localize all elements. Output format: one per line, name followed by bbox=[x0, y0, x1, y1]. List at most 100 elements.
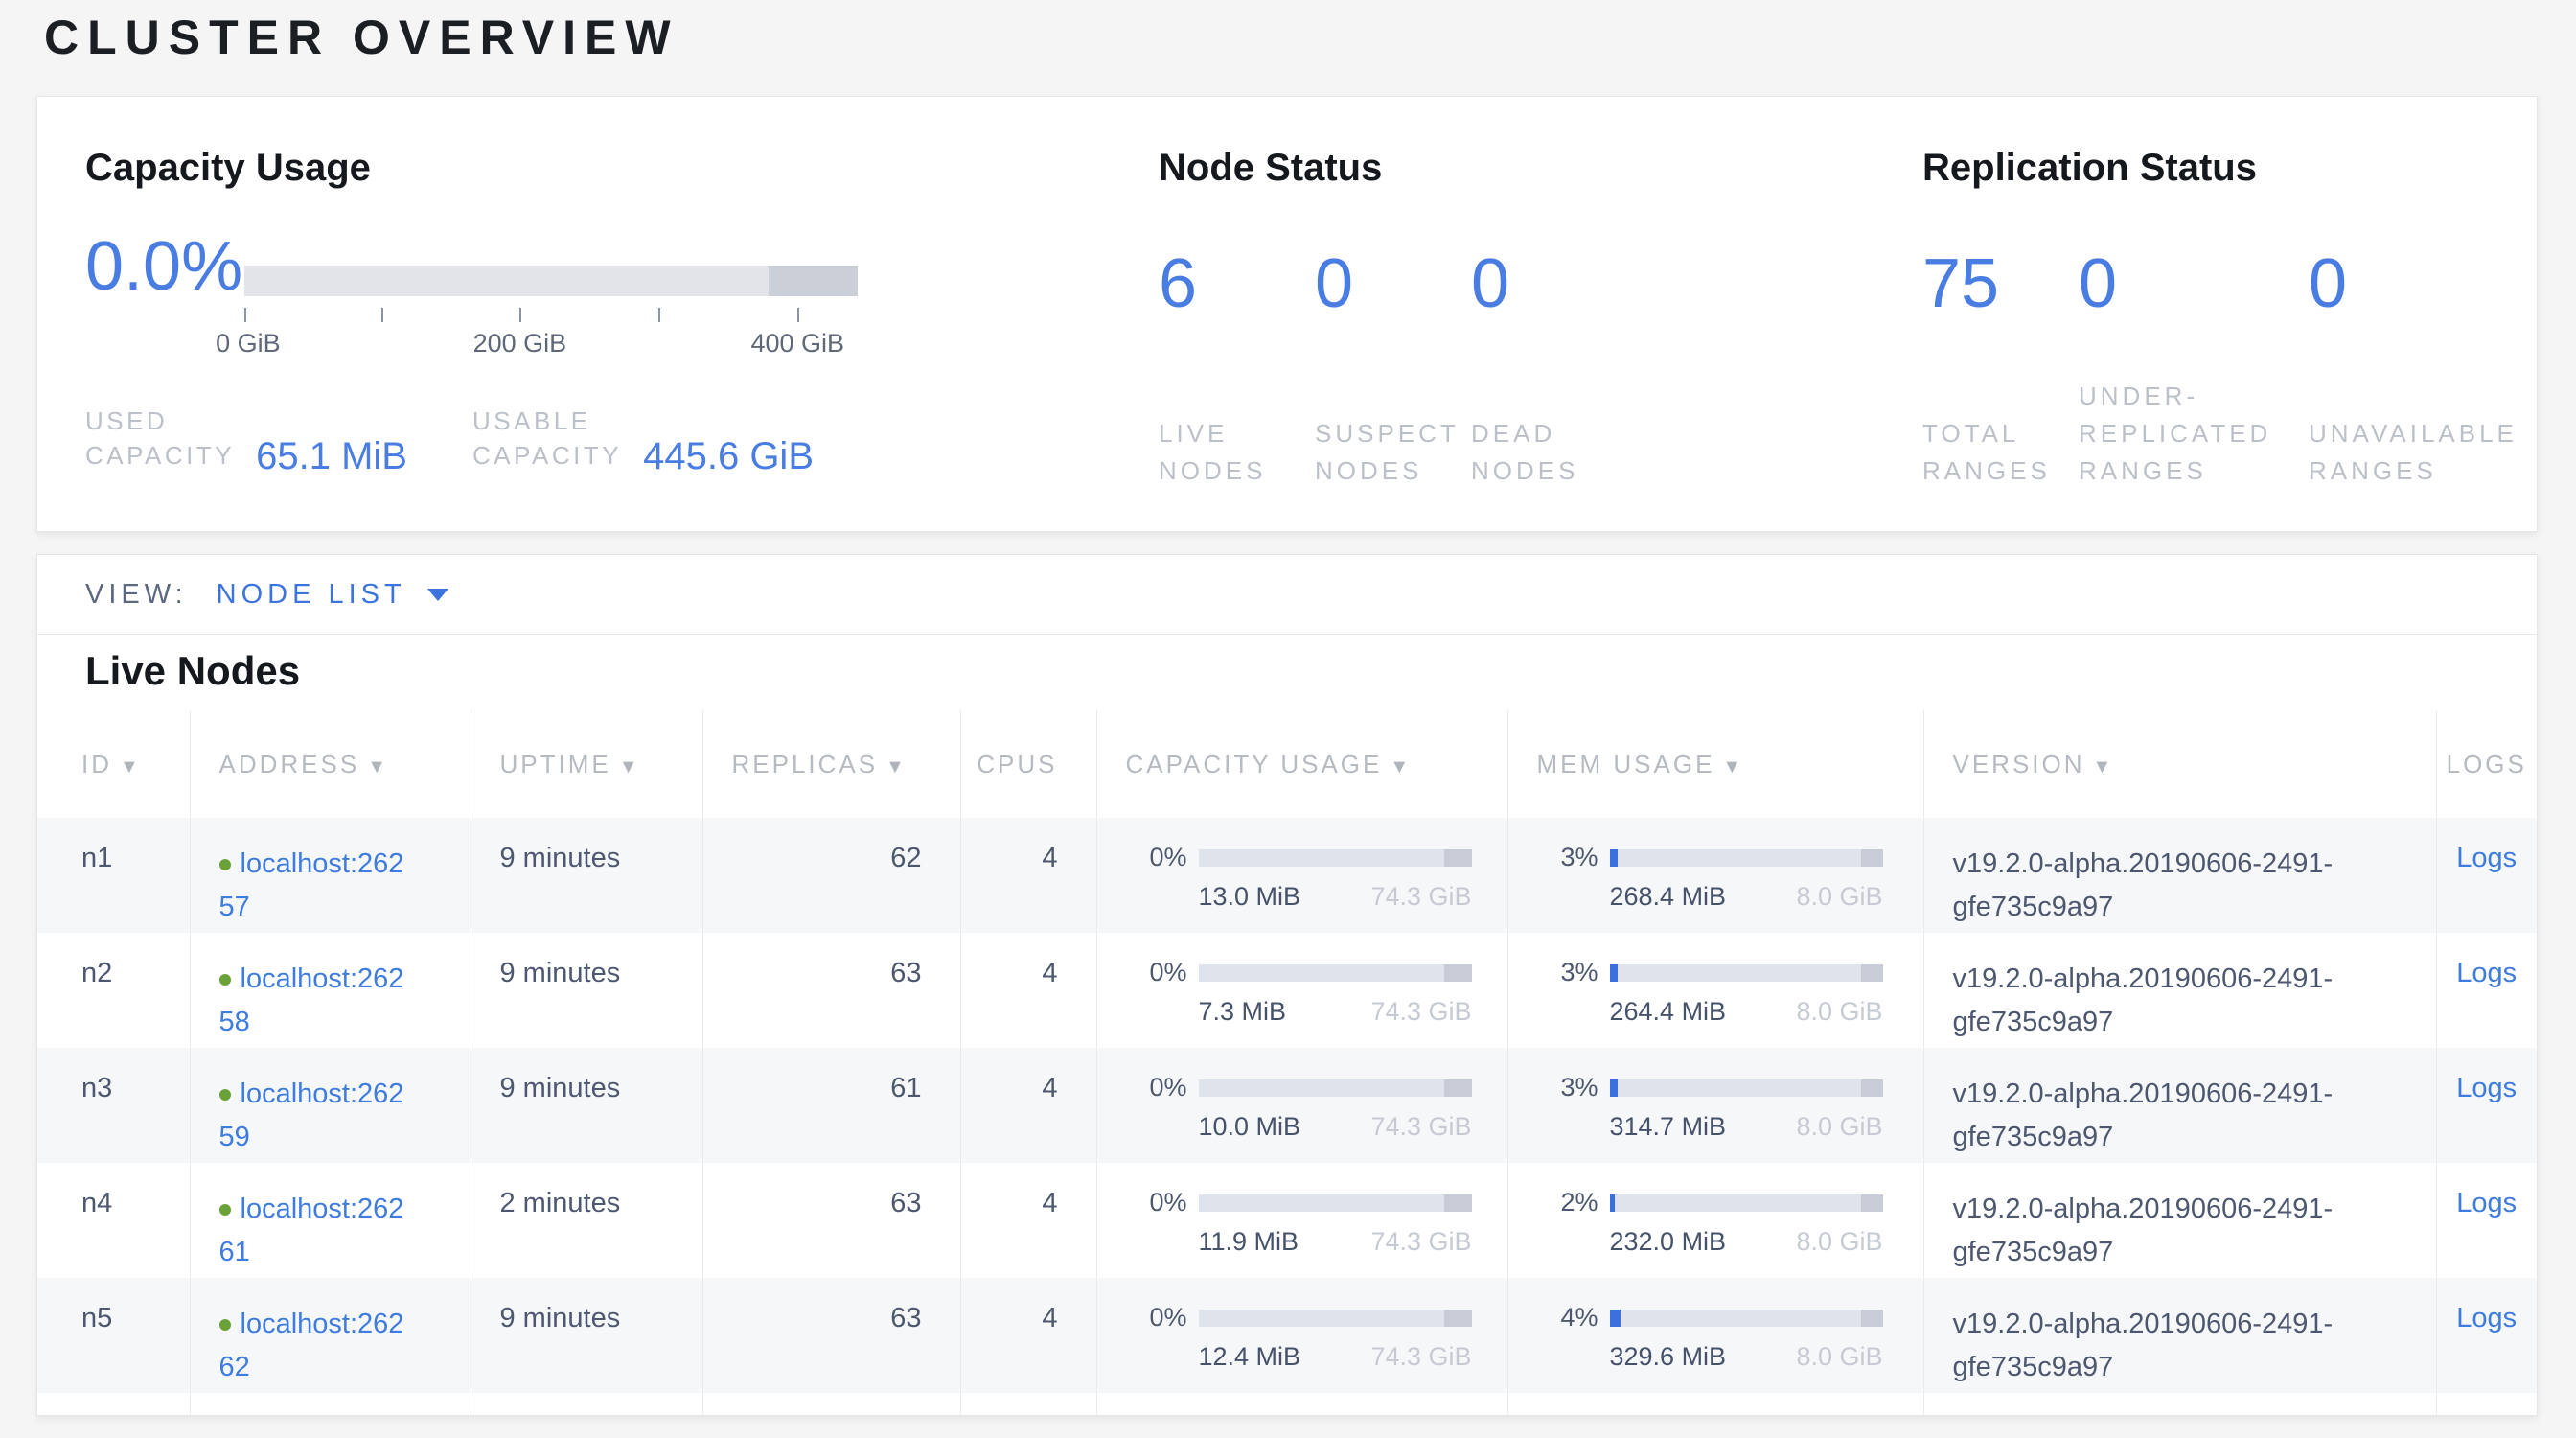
axis-label: 200 GiB bbox=[473, 329, 567, 359]
capacity-total-value: 74.3 GiB bbox=[1370, 882, 1471, 912]
node-memory-cell: 2% 232.0 MiB8.0 GiB bbox=[1507, 1163, 1923, 1278]
used-capacity-label: USED CAPACITY bbox=[85, 404, 235, 474]
column-header-mem-usage[interactable]: MEM USAGE▼ bbox=[1507, 710, 1923, 818]
logs-link[interactable]: Logs bbox=[2456, 958, 2517, 988]
memory-bar-reserved bbox=[1861, 1079, 1883, 1097]
column-header-version[interactable]: VERSION▼ bbox=[1923, 710, 2436, 818]
column-header-uptime[interactable]: UPTIME▼ bbox=[471, 710, 702, 818]
page-title: CLUSTER OVERVIEW bbox=[44, 10, 679, 65]
node-uptime: 9 minutes bbox=[471, 1048, 702, 1163]
capacity-usage-percent: 0.0% bbox=[85, 227, 242, 306]
suspect-nodes-label: SUSPECT NODES bbox=[1315, 415, 1471, 490]
node-capacity-cell: 0% 11.9 MiB74.3 GiB bbox=[1096, 1163, 1507, 1278]
dead-nodes-label: DEAD NODES bbox=[1471, 415, 1627, 490]
capacity-used-value: 7.3 MiB bbox=[1199, 997, 1287, 1027]
used-capacity-stat: USED CAPACITY 65.1 MiB bbox=[85, 404, 407, 474]
node-address-link[interactable]: localhost:26262 bbox=[219, 1309, 404, 1382]
node-list-card: VIEW: NODE LIST Live Nodes ID▼ ADDRESS▼ … bbox=[36, 554, 2538, 1416]
dead-nodes-value: 0 bbox=[1471, 248, 1627, 321]
capacity-bar bbox=[1199, 964, 1472, 982]
table-row: n2 localhost:26258 9 minutes 63 4 0% 7.3… bbox=[37, 933, 2537, 1048]
node-uptime: 9 minutes bbox=[471, 818, 702, 933]
node-address-link[interactable]: localhost:26259 bbox=[219, 1078, 404, 1152]
memory-bar-used bbox=[1610, 1194, 1616, 1212]
capacity-used-value: 12.4 MiB bbox=[1199, 1342, 1301, 1372]
node-memory-cell: 3% 268.4 MiB8.0 GiB bbox=[1507, 818, 1923, 933]
usable-capacity-label: USABLE CAPACITY bbox=[472, 404, 622, 474]
view-selector-bar: VIEW: NODE LIST bbox=[37, 555, 2537, 635]
unavailable-ranges-stat: 0 UNAVAILABLE RANGES bbox=[2309, 248, 2558, 490]
node-logs-cell: Logs bbox=[2436, 818, 2537, 933]
capacity-used-value: 10.0 MiB bbox=[1199, 1112, 1301, 1142]
memory-bar bbox=[1610, 849, 1883, 867]
node-cpus: 4 bbox=[960, 933, 1096, 1048]
under-replicated-ranges-value: 0 bbox=[2079, 248, 2309, 321]
view-dropdown[interactable]: NODE LIST bbox=[217, 579, 406, 611]
node-id: n5 bbox=[37, 1278, 190, 1393]
sort-descending-icon: ▼ bbox=[367, 756, 389, 777]
used-capacity-value: 65.1 MiB bbox=[256, 435, 407, 478]
column-header-id[interactable]: ID▼ bbox=[37, 710, 190, 818]
sort-descending-icon: ▼ bbox=[619, 756, 641, 777]
replication-status-stats: 75 TOTAL RANGES 0 UNDER-REPLICATED RANGE… bbox=[1922, 248, 2558, 490]
view-label: VIEW: bbox=[85, 579, 188, 611]
live-status-icon bbox=[219, 1319, 231, 1331]
node-cpus: 4 bbox=[960, 818, 1096, 933]
node-uptime: 9 minutes bbox=[471, 1278, 702, 1393]
node-status-stats: 6 LIVE NODES 0 SUSPECT NODES 0 DEAD NODE… bbox=[1159, 248, 1627, 490]
node-address-link[interactable]: localhost:26257 bbox=[219, 848, 404, 922]
column-header-capacity-usage[interactable]: CAPACITY USAGE▼ bbox=[1096, 710, 1507, 818]
node-version: v19.2.0-alpha.20190606-2491-gfe735c9a97 bbox=[1923, 1163, 2436, 1278]
capacity-used-value: 11.9 MiB bbox=[1199, 1227, 1300, 1257]
node-replicas: 61 bbox=[702, 1048, 960, 1163]
node-id: n4 bbox=[37, 1163, 190, 1278]
replication-status-title: Replication Status bbox=[1922, 147, 2257, 190]
live-nodes-stat: 6 LIVE NODES bbox=[1159, 248, 1315, 490]
memory-used-value: 268.4 MiB bbox=[1610, 882, 1727, 912]
node-replicas: 62 bbox=[702, 818, 960, 933]
memory-bar bbox=[1610, 1194, 1883, 1212]
node-address-cell: localhost:26258 bbox=[190, 933, 471, 1048]
logs-link[interactable]: Logs bbox=[2456, 1073, 2517, 1103]
column-header-replicas[interactable]: REPLICAS▼ bbox=[702, 710, 960, 818]
chevron-down-icon[interactable] bbox=[427, 589, 448, 601]
node-id: n3 bbox=[37, 1048, 190, 1163]
column-header-address[interactable]: ADDRESS▼ bbox=[190, 710, 471, 818]
total-ranges-label: TOTAL RANGES bbox=[1922, 415, 2079, 490]
memory-bar bbox=[1610, 1079, 1883, 1097]
memory-bar-used bbox=[1610, 849, 1619, 867]
usable-capacity-value: 445.6 GiB bbox=[643, 435, 814, 478]
logs-link[interactable]: Logs bbox=[2456, 843, 2517, 873]
memory-bar-reserved bbox=[1861, 1310, 1883, 1327]
logs-link[interactable]: Logs bbox=[2456, 1188, 2517, 1218]
table-header-row: ID▼ ADDRESS▼ UPTIME▼ REPLICAS▼ CPUS CAPA… bbox=[37, 710, 2537, 818]
usable-capacity-stat: USABLE CAPACITY 445.6 GiB bbox=[472, 404, 814, 474]
axis-tick bbox=[519, 308, 521, 322]
capacity-bar bbox=[1199, 1079, 1472, 1097]
table-row: n4 localhost:26261 2 minutes 63 4 0% 11.… bbox=[37, 1163, 2537, 1278]
capacity-bar bbox=[1199, 1194, 1472, 1212]
memory-used-value: 264.4 MiB bbox=[1610, 997, 1727, 1027]
capacity-bar-reserved bbox=[1444, 964, 1472, 982]
node-logs-cell: Logs bbox=[2436, 933, 2537, 1048]
memory-bar-used bbox=[1610, 1310, 1621, 1327]
live-nodes-label: LIVE NODES bbox=[1159, 415, 1315, 490]
node-address-link[interactable]: localhost:26261 bbox=[219, 1194, 404, 1267]
node-memory-cell: 4% 329.6 MiB8.0 GiB bbox=[1507, 1278, 1923, 1393]
live-nodes-value: 6 bbox=[1159, 248, 1315, 321]
node-version: v19.2.0-alpha.20190606-2491-gfe735c9a97 bbox=[1923, 933, 2436, 1048]
column-header-cpus[interactable]: CPUS bbox=[960, 710, 1096, 818]
logs-link[interactable]: Logs bbox=[2456, 1303, 2517, 1334]
axis-tick bbox=[658, 308, 660, 322]
memory-percent: 4% bbox=[1537, 1303, 1598, 1333]
axis-tick bbox=[797, 308, 799, 322]
node-address-link[interactable]: localhost:26258 bbox=[219, 963, 404, 1037]
dead-nodes-stat: 0 DEAD NODES bbox=[1471, 248, 1627, 490]
memory-bar-reserved bbox=[1861, 1194, 1883, 1212]
axis-tick bbox=[381, 308, 383, 322]
node-capacity-cell: 0% 12.4 MiB74.3 GiB bbox=[1096, 1278, 1507, 1393]
sort-descending-icon: ▼ bbox=[1722, 756, 1744, 777]
memory-used-value: 329.6 MiB bbox=[1610, 1342, 1727, 1372]
memory-percent: 2% bbox=[1537, 1188, 1598, 1218]
memory-percent: 3% bbox=[1537, 1073, 1598, 1102]
